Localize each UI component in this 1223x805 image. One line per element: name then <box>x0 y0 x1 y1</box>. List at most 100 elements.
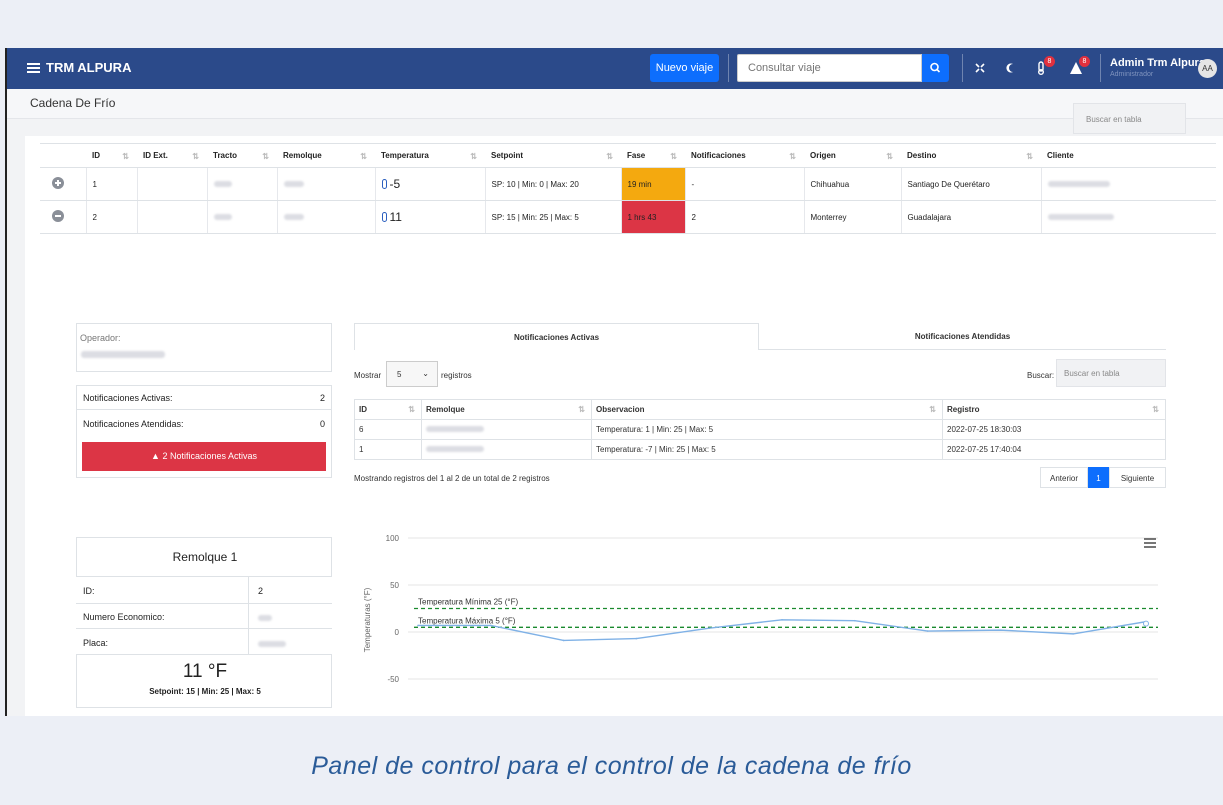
top-navbar: TRM ALPURA Nuevo viaje 8 8 Admin Trm Alp… <box>7 48 1223 89</box>
column-header[interactable]: Observacion ⇅ <box>591 399 943 420</box>
cell-id: 1 <box>85 167 137 201</box>
column-header[interactable]: Remolque ⇅ <box>277 143 375 168</box>
economic-number-label: Numero Economico: <box>83 612 165 622</box>
divider <box>248 576 249 655</box>
collapse-control[interactable] <box>40 200 86 234</box>
tab-attended-notifications[interactable]: Notificaciones Atendidas <box>759 323 1166 350</box>
temp-alert-badge: 8 <box>1044 56 1055 67</box>
cell-id: 2 <box>85 200 137 234</box>
cell-remolque <box>276 200 375 234</box>
table-row[interactable]: 1 -5 SP: 10 | Min: 0 | Max: 20 19 min - … <box>40 167 1216 201</box>
records-label: registros <box>441 371 472 380</box>
cell-remolque <box>421 439 592 460</box>
table-row[interactable]: 2 11 SP: 15 | Min: 25 | Max: 5 1 hrs 43 … <box>40 200 1216 234</box>
cell-setpoint: SP: 15 | Min: 25 | Max: 5 <box>484 200 621 234</box>
search-label: Buscar: <box>1027 371 1055 380</box>
active-notifications-button[interactable]: ▲ 2 Notificaciones Activas <box>82 442 326 471</box>
moon-icon[interactable] <box>1004 61 1018 75</box>
column-header[interactable]: ID ⇅ <box>354 399 422 420</box>
tab-active-notifications[interactable]: Notificaciones Activas <box>354 323 759 350</box>
temperature-alert-button[interactable]: 8 <box>1034 56 1055 75</box>
user-name[interactable]: Admin Trm Alpura <box>1110 57 1205 69</box>
new-trip-button[interactable]: Nuevo viaje <box>650 54 719 82</box>
warning-icon: ▲ <box>151 451 163 461</box>
breadcrumb-bar: Cadena De Frío <box>7 89 1223 119</box>
page-size-select[interactable]: 5 ⌄ <box>386 361 438 387</box>
expand-control[interactable] <box>40 167 86 201</box>
trailer-id-label: ID: <box>83 586 95 596</box>
y-tick-label: -50 <box>387 675 399 684</box>
attended-notifications-label: Notificaciones Atendidas: <box>83 419 184 429</box>
column-header[interactable]: Origen ⇅ <box>804 143 901 168</box>
trailer-setpoint: Setpoint: 15 | Min: 25 | Max: 5 <box>149 687 261 696</box>
data-point <box>854 619 856 622</box>
cell-origen: Chihuahua <box>803 167 901 201</box>
data-point <box>417 624 419 627</box>
page-title: Cadena De Frío <box>30 96 116 110</box>
trailer-id-value: 2 <box>258 586 264 596</box>
column-header[interactable]: Remolque ⇅ <box>421 399 592 420</box>
plus-circle-icon[interactable] <box>52 177 64 189</box>
table-row[interactable]: 1 Temperatura: -7 | Min: 25 | Max: 5 202… <box>354 439 1166 460</box>
caption: Panel de control para el control de la c… <box>311 752 912 780</box>
cell-tracto <box>206 200 277 234</box>
table-search-input[interactable]: Buscar en tabla <box>1073 103 1186 134</box>
plate-value <box>258 641 286 647</box>
data-point <box>999 629 1002 631</box>
threshold-label: Temperatura Máxima 5 (°F) <box>418 616 516 625</box>
trailer-temperature: 11 °F <box>182 661 228 682</box>
column-header[interactable]: Destino ⇅ <box>901 143 1041 168</box>
data-point <box>562 639 565 642</box>
column-header[interactable]: Setpoint ⇅ <box>485 143 621 168</box>
cell-notificaciones: 2 <box>684 200 804 234</box>
temperature-chart: 100 50 0 -50 Temperaturas (°F) Temperatura Mí… <box>363 534 1158 684</box>
cell-observacion: Temperatura: -7 | Min: 25 | Max: 5 <box>591 439 943 460</box>
cell-tracto <box>206 167 277 201</box>
cell-notificaciones: - <box>684 167 804 201</box>
notification-search-input[interactable]: Buscar en tabla <box>1056 359 1166 387</box>
column-header[interactable]: Registro ⇅ <box>942 399 1166 420</box>
column-header[interactable]: ID Ext. ⇅ <box>137 143 207 168</box>
column-header[interactable]: Notificaciones ⇅ <box>685 143 804 168</box>
column-header[interactable]: ID ⇅ <box>86 143 137 168</box>
y-tick-label: 100 <box>386 534 400 543</box>
brand[interactable]: TRM ALPURA <box>27 60 131 75</box>
column-header[interactable]: Tracto ⇅ <box>207 143 277 168</box>
operator-name <box>81 351 165 358</box>
plate-label: Placa: <box>83 638 109 648</box>
minus-circle-icon[interactable] <box>52 210 64 222</box>
cell-destino: Guadalajara <box>900 200 1041 234</box>
trip-search-input[interactable] <box>737 54 922 82</box>
column-header[interactable]: Temperatura ⇅ <box>375 143 485 168</box>
threshold-label: Temperatura Mínima 25 (°F) <box>418 598 518 607</box>
column-header[interactable]: Fase ⇅ <box>621 143 685 168</box>
trailer-title: Remolque 1 <box>172 550 238 564</box>
operator-label: Operador: <box>80 333 121 343</box>
cell-observacion: Temperatura: 1 | Min: 25 | Max: 5 <box>591 419 943 440</box>
cell-setpoint: SP: 10 | Min: 0 | Max: 20 <box>484 167 621 201</box>
cell-id: 6 <box>354 419 422 440</box>
table-row[interactable]: 6 Temperatura: 1 | Min: 25 | Max: 5 2022… <box>354 419 1166 440</box>
menu-icon[interactable] <box>27 62 40 73</box>
column-header <box>40 143 86 168</box>
alert-badge: 8 <box>1079 56 1090 67</box>
data-point <box>490 624 492 627</box>
cell-id-ext <box>136 200 207 234</box>
avatar[interactable]: AA <box>1198 59 1217 78</box>
economic-number-value <box>258 615 272 621</box>
divider <box>962 54 963 82</box>
fullscreen-icon[interactable] <box>973 61 987 75</box>
pager-prev[interactable]: Anterior <box>1040 467 1088 488</box>
series-line <box>418 619 1147 642</box>
column-header[interactable]: Cliente <box>1041 143 1216 168</box>
search-button[interactable] <box>922 54 949 82</box>
cell-id-ext <box>136 167 207 201</box>
alert-button[interactable]: 8 <box>1069 56 1090 75</box>
pager-next[interactable]: Siguiente <box>1109 467 1166 488</box>
chevron-down-icon: ⌄ <box>422 369 429 378</box>
cell-cliente <box>1040 200 1216 234</box>
pager-page[interactable]: 1 <box>1088 467 1109 488</box>
cell-fase: 1 hrs 43 <box>620 200 685 234</box>
cell-cliente <box>1040 167 1216 201</box>
data-point <box>926 630 929 632</box>
